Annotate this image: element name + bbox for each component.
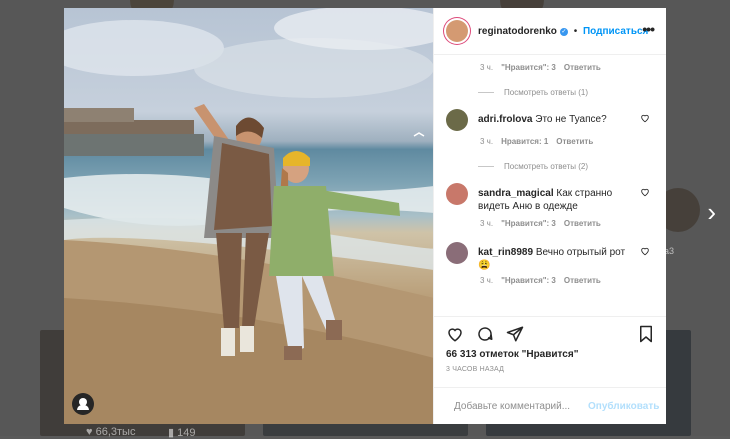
more-icon[interactable]: ••• <box>642 22 655 36</box>
comment-item: sandra_magical Как странно видеть Аню в … <box>446 183 654 213</box>
comment-text-block: adri.frolova Это не Туапсе? <box>478 109 628 131</box>
background-comments-count: ▮ 149 <box>168 427 196 439</box>
comment-age: 3 ч. <box>480 63 494 72</box>
reply-button[interactable]: Ответить <box>564 276 601 285</box>
author-username[interactable]: reginatodorenko <box>478 26 557 37</box>
comment-icon[interactable] <box>476 325 494 343</box>
bookmark-icon[interactable] <box>638 325 654 343</box>
post-sidebar: reginatodorenko ✓ • Подписаться ••• 3 ч. … <box>433 8 666 424</box>
comment-meta: 3 ч. Нравится: 1 Ответить <box>480 137 654 146</box>
header-separator: • <box>573 25 578 37</box>
post-header: reginatodorenko ✓ • Подписаться ••• <box>434 8 666 55</box>
likes-count[interactable]: 66 313 отметок "Нравится" <box>446 349 654 360</box>
comment-item: adri.frolova Это не Туапсе? <box>446 109 654 131</box>
reply-button[interactable]: Ответить <box>556 137 593 146</box>
background-likes-count: ♥ 66,3тыс <box>86 426 136 438</box>
heart-icon[interactable] <box>446 325 464 343</box>
share-icon[interactable] <box>506 325 524 343</box>
comments-list[interactable]: 3 ч. "Нравится": 3 Ответить Посмотреть о… <box>434 55 666 316</box>
commenter-avatar[interactable] <box>446 242 468 264</box>
commenter-avatar[interactable] <box>446 183 468 205</box>
comment-emoji: 😩 <box>478 260 491 271</box>
commenter-username[interactable]: kat_rin8989 <box>478 247 533 258</box>
user-tag-icon[interactable] <box>72 393 94 415</box>
comment-age: 3 ч. <box>480 276 494 285</box>
follow-button[interactable]: Подписаться <box>583 26 648 37</box>
background-comments-value: 149 <box>177 427 196 439</box>
author-avatar[interactable] <box>446 20 468 42</box>
add-comment-bar: Опубликовать <box>434 387 666 424</box>
commenter-username[interactable]: sandra_magical <box>478 188 554 199</box>
reply-button[interactable]: Ответить <box>564 63 601 72</box>
comment-likes[interactable]: "Нравится": 3 <box>501 219 556 228</box>
comment-like-heart-icon[interactable] <box>640 246 650 256</box>
comment-text-block: sandra_magical Как странно видеть Аню в … <box>478 183 628 213</box>
view-replies-button[interactable]: Посмотреть ответы (1) <box>478 88 654 97</box>
comment-text-block: kat_rin8989 Вечно отрытый рот 😩 <box>478 242 628 272</box>
comment-like-heart-icon[interactable] <box>640 113 650 123</box>
post-actions: 66 313 отметок "Нравится" 3 ЧАСОВ НАЗАД <box>434 316 666 387</box>
comment-likes[interactable]: "Нравится": 3 <box>501 63 556 72</box>
post-time: 3 ЧАСОВ НАЗАД <box>446 366 505 373</box>
post-photo[interactable] <box>64 8 433 424</box>
next-arrow-icon[interactable]: › <box>707 199 716 225</box>
comment-meta: 3 ч. "Нравится": 3 Ответить <box>480 63 654 72</box>
comment-likes[interactable]: "Нравится": 3 <box>501 276 556 285</box>
comment-text: Это не Туапсе? <box>535 114 607 125</box>
comment-meta: 3 ч. "Нравится": 3 Ответить <box>480 219 654 228</box>
post-modal: reginatodorenko ✓ • Подписаться ••• 3 ч. … <box>64 8 666 424</box>
comment-text: Вечно отрытый рот <box>535 247 626 258</box>
commenter-avatar[interactable] <box>446 109 468 131</box>
comment-meta: 3 ч. "Нравится": 3 Ответить <box>480 276 654 285</box>
beach-photo-illustration <box>64 8 433 424</box>
commenter-username[interactable]: adri.frolova <box>478 114 532 125</box>
comment-likes[interactable]: Нравится: 1 <box>501 137 548 146</box>
action-icons-row <box>446 323 654 345</box>
comment-like-heart-icon[interactable] <box>640 187 650 197</box>
comment-age: 3 ч. <box>480 219 494 228</box>
comment-item: kat_rin8989 Вечно отрытый рот 😩 <box>446 242 654 272</box>
verified-badge-icon: ✓ <box>559 27 568 36</box>
reply-button[interactable]: Ответить <box>564 219 601 228</box>
comment-age: 3 ч. <box>480 137 494 146</box>
publish-button[interactable]: Опубликовать <box>588 401 659 412</box>
comment-input[interactable] <box>452 399 588 413</box>
author-line: reginatodorenko ✓ • Подписаться <box>478 26 648 37</box>
background-likes-value: 66,3тыс <box>95 426 136 438</box>
view-replies-button[interactable]: Посмотреть ответы (2) <box>478 162 654 171</box>
